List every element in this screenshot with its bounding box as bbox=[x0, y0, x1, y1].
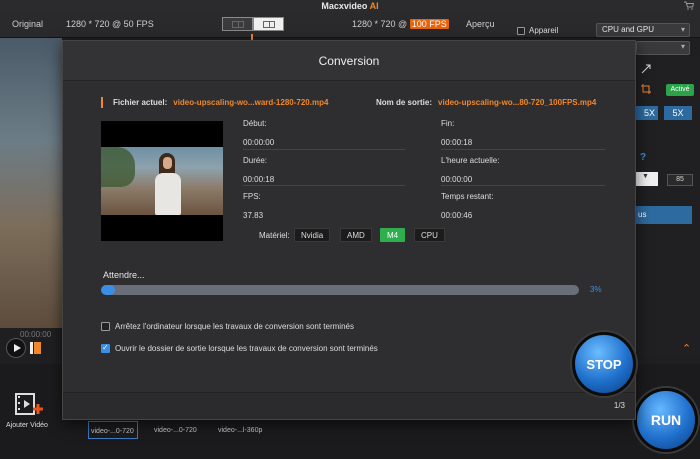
stat-duree: Durée: 00:00:18 bbox=[243, 156, 274, 184]
conversion-dialog: Conversion Fichier actuel: video-upscalin… bbox=[62, 40, 636, 420]
stat-fps: FPS: 37.83 bbox=[243, 192, 263, 220]
app-title: Macxvideo AI bbox=[321, 1, 379, 11]
chevron-up-icon[interactable]: ⌃ bbox=[682, 342, 691, 355]
crop-icon[interactable] bbox=[641, 84, 651, 94]
stat-label: L'heure actuelle: bbox=[441, 156, 500, 165]
scale-5x-button-alt[interactable]: 5X bbox=[664, 106, 692, 120]
hardware-option-m4[interactable]: M4 bbox=[380, 228, 406, 242]
play-button[interactable] bbox=[6, 338, 26, 358]
stat-debut: Début: 00:00:00 bbox=[243, 119, 274, 147]
background-video-preview bbox=[0, 38, 62, 328]
run-button-label: RUN bbox=[650, 412, 682, 428]
open-folder-option[interactable]: Ouvrir le dossier de sortie lorsque les … bbox=[101, 343, 378, 353]
help-icon[interactable]: ? bbox=[640, 152, 646, 163]
view-mode-split-button[interactable] bbox=[253, 17, 284, 31]
output-file-name: video-upscaling-wo...80-720_100FPS.mp4 bbox=[438, 98, 597, 107]
open-folder-checkbox[interactable] bbox=[101, 343, 110, 353]
view-mode-toggle[interactable] bbox=[222, 17, 284, 31]
output-resolution: 1280 * 720 @ 100 FPS bbox=[352, 19, 449, 29]
stat-label: Fin: bbox=[441, 119, 455, 128]
value-field[interactable]: 85 bbox=[667, 174, 693, 186]
dialog-header: Conversion bbox=[63, 41, 635, 81]
apercu-label: Aperçu bbox=[466, 19, 495, 29]
timeline-playhead[interactable] bbox=[34, 342, 41, 354]
preview-toolbar: Original 1280 * 720 @ 50 FPS 1280 * 720 … bbox=[0, 12, 700, 48]
stat-value: 00:00:18 bbox=[243, 175, 275, 184]
divider bbox=[243, 149, 405, 150]
expand-icon[interactable] bbox=[641, 64, 651, 74]
dropdown-toggle[interactable] bbox=[636, 172, 658, 186]
stat-label: Durée: bbox=[243, 156, 268, 165]
progress-bar-fill bbox=[101, 285, 116, 295]
page-indicator: 1/3 bbox=[613, 401, 625, 410]
stat-label: Temps restant: bbox=[441, 192, 494, 201]
hardware-label: Matériel: bbox=[259, 231, 290, 240]
shutdown-option[interactable]: Arrêtez l'ordinateur lorsque les travaux… bbox=[101, 322, 354, 331]
current-file-label: Fichier actuel: bbox=[113, 98, 168, 107]
thumbnail-label: video-...0-720 bbox=[91, 428, 134, 435]
stat-value: 00:00:00 bbox=[243, 138, 275, 147]
hardware-option-nvidia[interactable]: Nvidia bbox=[294, 228, 331, 242]
open-folder-option-label: Ouvrir le dossier de sortie lorsque les … bbox=[115, 344, 378, 353]
single-view-icon bbox=[231, 20, 244, 28]
dialog-title: Conversion bbox=[318, 54, 380, 68]
stat-label: Début: bbox=[243, 119, 267, 128]
dialog-footer: 1/3 bbox=[63, 392, 635, 419]
stat-fin: Fin: 00:00:18 bbox=[441, 119, 472, 147]
add-video-icon[interactable] bbox=[14, 392, 44, 416]
timeline-start-marker[interactable] bbox=[30, 342, 33, 354]
stop-button[interactable]: STOP bbox=[572, 332, 636, 396]
stat-value: 37.83 bbox=[243, 211, 264, 220]
active-badge: Activé bbox=[666, 84, 694, 96]
split-view-icon bbox=[262, 20, 275, 28]
video-thumbnail[interactable]: video-...0-720 bbox=[88, 421, 138, 439]
output-file: Nom de sortie: video-upscaling-wo...80-72… bbox=[376, 98, 596, 107]
input-resolution: 1280 * 720 @ 50 FPS bbox=[66, 19, 154, 29]
conversion-preview-image bbox=[101, 121, 223, 241]
video-thumbnail[interactable]: video-...l-360p bbox=[216, 421, 270, 439]
video-thumbnail[interactable]: video-...0-720 bbox=[152, 421, 202, 439]
window-title-bar: Macxvideo AI bbox=[0, 0, 700, 12]
shutdown-option-label: Arrêtez l'ordinateur lorsque les travaux… bbox=[115, 322, 354, 331]
stat-value: 00:00:18 bbox=[441, 138, 473, 147]
secondary-select[interactable] bbox=[636, 41, 690, 55]
divider bbox=[441, 185, 605, 186]
background-action-button[interactable]: us bbox=[636, 206, 692, 224]
scale-5x-button[interactable]: 5X bbox=[636, 106, 658, 120]
stat-label: FPS: bbox=[243, 192, 261, 201]
appareil-option[interactable]: Appareil bbox=[517, 26, 558, 35]
cart-icon[interactable] bbox=[684, 1, 694, 10]
stat-value: 00:00:00 bbox=[441, 175, 473, 184]
timeline-timecode: 00:00:00 bbox=[20, 330, 52, 339]
divider bbox=[243, 185, 405, 186]
progress-percent: 3% bbox=[590, 285, 602, 294]
conversion-status: Attendre... bbox=[103, 270, 145, 280]
current-file-name: video-upscaling-wo...ward-1280-720.mp4 bbox=[173, 98, 329, 107]
add-video-label[interactable]: Ajouter Vidéo bbox=[6, 422, 48, 429]
run-button[interactable]: RUN bbox=[634, 388, 698, 452]
appareil-checkbox[interactable] bbox=[517, 26, 525, 35]
thumbnail-label: video-...l-360p bbox=[218, 427, 263, 434]
output-file-label: Nom de sortie: bbox=[376, 98, 433, 107]
stat-value: 00:00:46 bbox=[441, 211, 473, 220]
divider bbox=[441, 149, 605, 150]
progress-bar bbox=[101, 285, 579, 295]
current-file: Fichier actuel: video-upscaling-wo...ward… bbox=[101, 97, 329, 108]
stop-button-label: STOP bbox=[586, 356, 622, 372]
shutdown-checkbox[interactable] bbox=[101, 322, 110, 331]
stat-temps-restant: Temps restant: 00:00:46 bbox=[441, 192, 493, 220]
appareil-label: Appareil bbox=[529, 26, 559, 35]
thumbnail-label: video-...0-720 bbox=[154, 427, 197, 434]
output-fps: 100 FPS bbox=[409, 19, 449, 29]
app-title-suffix: AI bbox=[369, 1, 379, 11]
stat-heure-actuelle: L'heure actuelle: 00:00:00 bbox=[441, 156, 499, 184]
original-label: Original bbox=[12, 19, 44, 29]
view-mode-single-button[interactable] bbox=[222, 17, 253, 31]
hardware-option-cpu[interactable]: CPU bbox=[414, 228, 445, 242]
gpu-select[interactable]: CPU and GPU bbox=[596, 23, 690, 37]
hardware-option-amd[interactable]: AMD bbox=[340, 228, 372, 242]
